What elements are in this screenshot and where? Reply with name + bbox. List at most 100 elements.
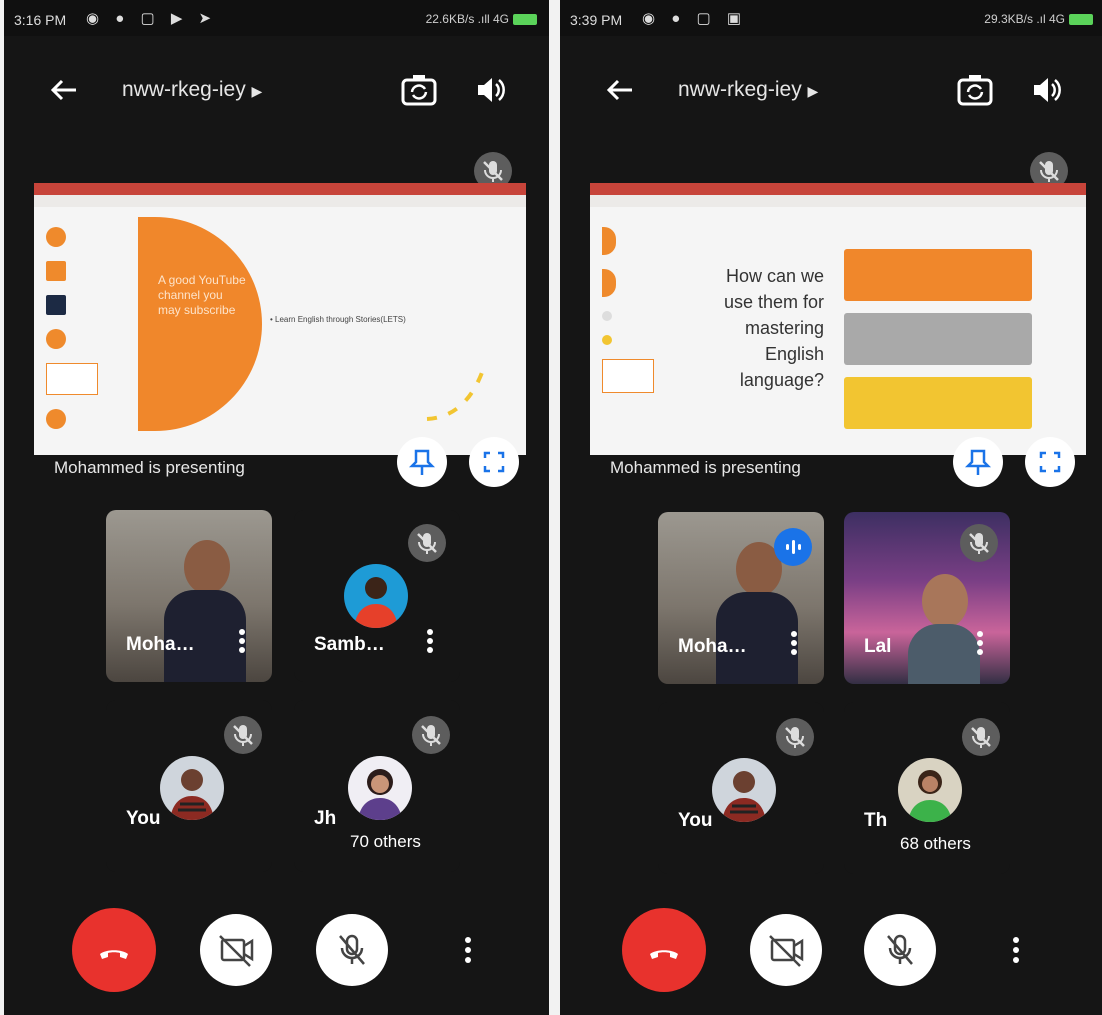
- presenting-label: Mohammed is presenting: [610, 458, 801, 477]
- slide-toolbar: [34, 195, 526, 207]
- end-call-button[interactable]: [622, 908, 706, 992]
- more-vert-icon[interactable]: [232, 628, 252, 654]
- status-bar: 3:16 PM ◉ ● ▢ ▶ ➤ 22.6KB/s .ıll 4G: [4, 0, 549, 36]
- participant-tile[interactable]: Moha…: [106, 510, 272, 682]
- slide-thumbnails: [42, 215, 102, 443]
- camera-toggle-button[interactable]: [750, 914, 822, 986]
- fullscreen-button[interactable]: [469, 437, 519, 487]
- status-network-text: 22.6KB/s .ıll 4G: [425, 12, 509, 26]
- slide-thumbnail-selected: [602, 359, 654, 393]
- participant-name: You: [126, 808, 161, 829]
- mic-toggle-button[interactable]: [864, 914, 936, 986]
- fullscreen-icon: [1039, 451, 1061, 473]
- back-arrow-icon[interactable]: [48, 74, 80, 106]
- participant-tile-others[interactable]: Jh 70 others: [294, 700, 460, 872]
- mic-off-icon: [960, 524, 998, 562]
- chevron-right-icon: ▶: [251, 83, 263, 99]
- chevron-right-icon: ▶: [807, 83, 819, 99]
- participant-name: You: [678, 810, 713, 831]
- pin-icon: [408, 449, 436, 475]
- end-call-button[interactable]: [72, 908, 156, 992]
- more-vert-icon[interactable]: [784, 630, 804, 656]
- participant-name: Th: [864, 810, 888, 831]
- avatar: [344, 564, 408, 628]
- participant-name: Samb…: [314, 634, 385, 655]
- camera-flip-icon[interactable]: [955, 72, 995, 108]
- slide-thumbnail: [602, 311, 612, 321]
- slide-question-text: How can we use them for mastering Englis…: [723, 266, 824, 390]
- more-options-icon[interactable]: [1004, 934, 1028, 966]
- meeting-code-text: nww-rkeg-iey: [678, 78, 802, 101]
- slide-orange-shape: A good YouTube channel you may subscribe: [138, 217, 262, 431]
- camera-toggle-button[interactable]: [200, 914, 272, 986]
- slide-thumbnail: [46, 409, 66, 429]
- participant-name: Moha…: [126, 634, 195, 655]
- slide-thumbnail: [602, 335, 612, 345]
- avatar: [712, 758, 776, 822]
- left-phone-screen: 3:16 PM ◉ ● ▢ ▶ ➤ 22.6KB/s .ıll 4G nww-r…: [4, 0, 549, 1015]
- speaker-icon[interactable]: [1030, 74, 1064, 106]
- participant-tile-others[interactable]: Th 68 others: [844, 702, 1010, 874]
- participant-name: Moha…: [678, 636, 747, 657]
- participant-tile[interactable]: Lal: [844, 512, 1010, 684]
- pin-button[interactable]: [953, 437, 1003, 487]
- slide-thumbnail: [46, 329, 66, 349]
- participant-tile-self[interactable]: You: [106, 700, 272, 872]
- speaking-indicator-icon: [774, 528, 812, 566]
- end-call-icon: [650, 950, 678, 959]
- avatar: [348, 756, 412, 820]
- mic-off-icon: [408, 524, 446, 562]
- mic-off-icon: [412, 716, 450, 754]
- others-count: 70 others: [350, 832, 421, 851]
- slide-yellow-box: [844, 377, 1032, 429]
- slide-orange-box: [844, 249, 1032, 301]
- participant-tile-self[interactable]: You: [658, 702, 824, 874]
- camera-off-icon: [219, 935, 254, 967]
- slide-thumbnail-selected: [46, 363, 98, 395]
- meeting-code[interactable]: nww-rkeg-iey ▶: [122, 78, 262, 102]
- right-phone-screen: 3:39 PM ◉ ● ▢ ▣ 29.3KB/s .ıl 4G nww-rkeg…: [560, 0, 1102, 1015]
- others-count: 68 others: [900, 834, 971, 853]
- meeting-code[interactable]: nww-rkeg-iey ▶: [678, 78, 818, 102]
- avatar: [160, 756, 224, 820]
- participant-name: Jh: [314, 808, 337, 829]
- mic-off-icon: [224, 716, 262, 754]
- status-network: 22.6KB/s .ıll 4G: [426, 12, 537, 26]
- slide-thumbnail: [602, 227, 616, 255]
- avatar: [898, 758, 962, 822]
- notification-icons: ◉ ● ▢ ▶ ➤: [86, 10, 218, 27]
- back-arrow-icon[interactable]: [604, 74, 636, 106]
- notification-icons: ◉ ● ▢ ▣: [642, 10, 747, 27]
- participant-video: [164, 540, 246, 682]
- mic-off-icon: [962, 718, 1000, 756]
- battery-icon: [513, 14, 537, 26]
- more-options-icon[interactable]: [456, 934, 480, 966]
- more-vert-icon[interactable]: [970, 630, 990, 656]
- meeting-code-text: nww-rkeg-iey: [122, 78, 246, 101]
- status-time: 3:16 PM: [14, 12, 67, 28]
- slide-gray-box: [844, 313, 1032, 365]
- slide-thumbnails: [598, 215, 658, 407]
- camera-flip-icon[interactable]: [399, 72, 439, 108]
- status-network: 29.3KB/s .ıl 4G: [984, 12, 1093, 26]
- slide-bullet: • Learn English through Stories(LETS): [270, 315, 406, 324]
- mic-toggle-button[interactable]: [316, 914, 388, 986]
- end-call-icon: [100, 950, 128, 959]
- mic-off-icon: [887, 934, 913, 965]
- pin-button[interactable]: [397, 437, 447, 487]
- pin-icon: [964, 449, 992, 475]
- slide-decorative-arc: [426, 366, 486, 421]
- participant-video: [908, 574, 980, 684]
- camera-off-icon: [769, 935, 804, 967]
- slide-thumbnail: [602, 269, 616, 297]
- speaker-icon[interactable]: [474, 74, 508, 106]
- participant-tile[interactable]: Moha…: [658, 512, 824, 684]
- status-bar: 3:39 PM ◉ ● ▢ ▣ 29.3KB/s .ıl 4G: [560, 0, 1102, 36]
- fullscreen-button[interactable]: [1025, 437, 1075, 487]
- participant-tile[interactable]: Samb…: [294, 510, 460, 682]
- battery-icon: [1069, 14, 1093, 26]
- more-vert-icon[interactable]: [420, 628, 440, 654]
- presenting-label: Mohammed is presenting: [54, 458, 245, 477]
- slide-toolbar: [590, 195, 1086, 207]
- mic-off-icon: [339, 934, 365, 965]
